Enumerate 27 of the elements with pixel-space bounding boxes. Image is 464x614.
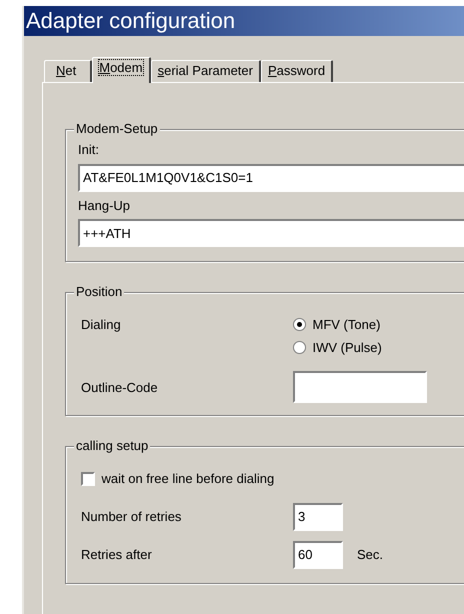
number-field[interactable]: 60 — [293, 540, 343, 569]
group-title: Modem-Setup — [74, 121, 160, 137]
option-label: MFV (Tone) — [312, 316, 380, 334]
field-label: Retries after — [81, 546, 153, 564]
text-field[interactable]: AT&FE0L1M1Q0V1&C1S0=1 — [78, 164, 464, 192]
option-label: IWV (Pulse) — [312, 338, 382, 357]
tab[interactable]: Net — [44, 60, 92, 82]
field-label: Init: — [78, 141, 100, 159]
radio-option[interactable]: MFV (Tone) — [293, 315, 382, 334]
field-label: Hang-Up — [78, 196, 132, 215]
checkbox-label: wait on free line before dialing — [102, 470, 274, 488]
group-title: calling setup — [74, 438, 150, 454]
tab[interactable]: Password — [260, 60, 334, 82]
unit-label: Sec. — [357, 546, 384, 564]
text-field[interactable] — [293, 371, 427, 404]
window-title: Adapter configuration — [24, 6, 464, 36]
number-field[interactable]: 3 — [293, 502, 343, 531]
checkbox[interactable] — [81, 472, 95, 486]
tab[interactable]: Modem — [92, 57, 151, 83]
tab[interactable]: serial Parameter — [150, 60, 261, 82]
field-label: Dialing — [81, 316, 122, 334]
radio-button[interactable] — [293, 341, 306, 354]
field-label: Number of retries — [81, 508, 182, 526]
text-field[interactable]: +++ATH — [78, 219, 464, 247]
field-label: Outline-Code — [81, 378, 159, 396]
radio-option[interactable]: IWV (Pulse) — [293, 338, 382, 358]
radio-button[interactable] — [293, 318, 306, 332]
